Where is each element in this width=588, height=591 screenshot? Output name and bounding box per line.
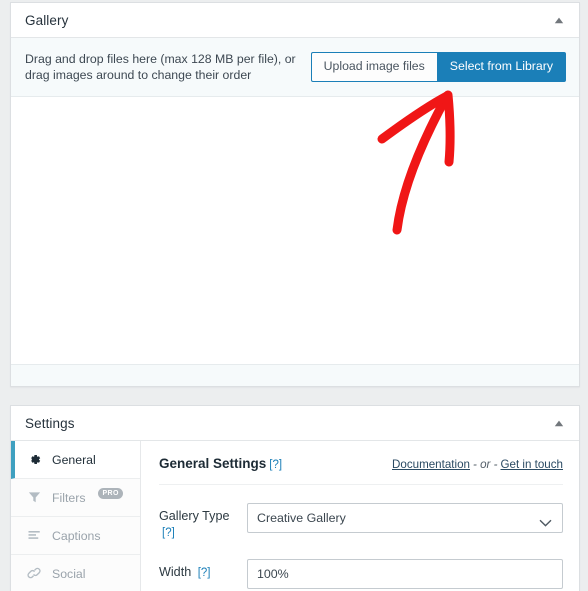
settings-panel: Settings General Filters PRO Captions So… — [10, 405, 580, 591]
sidebar-item-label: Filters — [52, 490, 86, 505]
documentation-link[interactable]: Documentation — [392, 458, 470, 471]
upload-image-files-button[interactable]: Upload image files — [310, 52, 437, 82]
captions-icon — [26, 527, 43, 544]
sidebar-item-filters[interactable]: Filters PRO — [11, 479, 140, 517]
gallery-type-select-wrap: Creative Gallery — [247, 503, 563, 533]
funnel-icon — [26, 489, 43, 506]
settings-content-header: General Settings [?] Documentation - or -G… — [159, 455, 563, 485]
gallery-panel-title: Gallery — [25, 12, 69, 28]
gallery-action-buttons: Upload image files Select from Library — [310, 52, 566, 82]
sidebar-item-captions[interactable]: Captions — [11, 517, 140, 555]
header-links: Documentation - or - Get in touch — [392, 458, 563, 471]
field-label: Width [?] — [159, 559, 247, 581]
settings-body: General Filters PRO Captions Social Gene… — [11, 441, 579, 591]
help-icon[interactable]: [?] — [269, 459, 282, 471]
field-control: Creative Gallery — [247, 503, 563, 533]
sidebar-item-social[interactable]: Social — [11, 555, 140, 591]
content-title: General Settings — [159, 456, 267, 471]
gallery-panel-footer — [11, 364, 579, 386]
general-settings-heading: General Settings [?] — [159, 455, 282, 473]
get-in-touch-link[interactable]: Get in touch — [500, 458, 563, 471]
sidebar-item-label: General — [52, 452, 96, 467]
gallery-type-label: Gallery Type — [159, 509, 230, 523]
sidebar-item-general[interactable]: General — [11, 441, 140, 479]
gear-icon — [26, 451, 43, 468]
settings-panel-header: Settings — [11, 406, 579, 441]
help-icon[interactable]: [?] — [162, 527, 175, 539]
field-control — [247, 559, 563, 589]
help-icon[interactable]: [?] — [198, 567, 211, 579]
sidebar-item-label: Captions — [52, 528, 101, 543]
gallery-panel-header: Gallery — [11, 3, 579, 38]
pro-badge: PRO — [98, 487, 123, 500]
links-separator: - or - — [473, 458, 498, 471]
screen-root: Gallery Drag and drop files here (max 12… — [0, 0, 588, 591]
settings-sidebar: General Filters PRO Captions Social — [11, 441, 141, 591]
triangle-up-icon[interactable] — [551, 12, 567, 28]
field-gallery-type: Gallery Type [?] Creative Gallery — [159, 503, 563, 541]
link-icon — [26, 565, 43, 582]
gallery-type-select[interactable]: Creative Gallery — [247, 503, 563, 533]
gallery-drop-area[interactable] — [11, 97, 579, 364]
gallery-dropzone-bar[interactable]: Drag and drop files here (max 128 MB per… — [11, 38, 579, 97]
sidebar-item-label: Social — [52, 566, 86, 581]
width-input[interactable] — [247, 559, 563, 589]
settings-panel-title: Settings — [25, 415, 75, 431]
triangle-up-icon[interactable] — [551, 415, 567, 431]
gallery-panel: Gallery Drag and drop files here (max 12… — [10, 2, 580, 387]
dropzone-instructions: Drag and drop files here (max 128 MB per… — [25, 51, 296, 83]
field-label: Gallery Type [?] — [159, 503, 247, 541]
width-label: Width — [159, 565, 192, 579]
settings-content: General Settings [?] Documentation - or -G… — [141, 441, 579, 591]
select-from-library-button[interactable]: Select from Library — [436, 52, 566, 82]
field-width: Width [?] — [159, 559, 563, 589]
